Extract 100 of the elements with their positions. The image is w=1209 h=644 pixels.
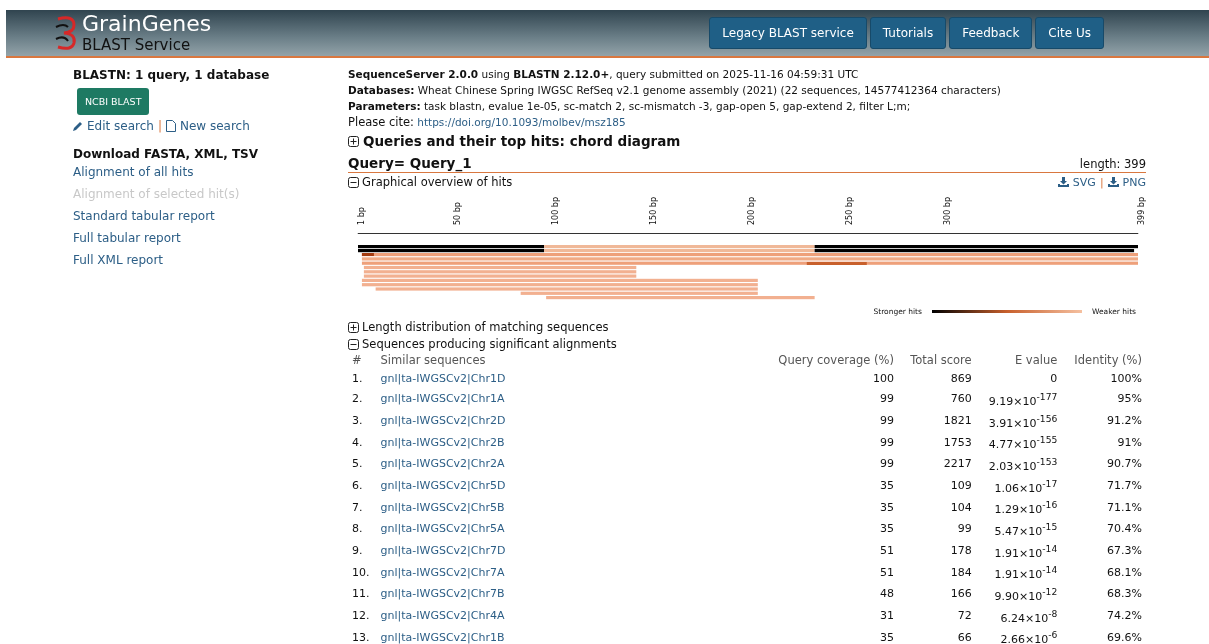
table-cell-text: 68.1% — [1106, 564, 1143, 581]
table-cell-text: 178 — [949, 542, 973, 559]
column-header: Identity (%) — [1073, 352, 1143, 369]
sequence-link[interactable]: gnl|ta-IWGSCv2|Chr5A — [380, 522, 505, 536]
section-title[interactable]: Length distribution of matching sequences — [362, 320, 609, 334]
table-cell-text: 35 — [878, 477, 895, 494]
axis-tick-label: 100 bp — [551, 197, 560, 225]
row-number: 3. — [351, 413, 364, 429]
png-download-link[interactable]: PNG — [1122, 175, 1146, 189]
collapse-icon[interactable] — [348, 176, 359, 188]
table-cell-text: 95% — [1116, 391, 1143, 408]
sequence-link[interactable]: gnl|ta-IWGSCv2|Chr2B — [380, 435, 505, 449]
axis-tick-label: 300 bp — [942, 197, 952, 225]
row-number: 2. — [351, 391, 364, 408]
pencil-icon — [73, 121, 83, 131]
axis-tick-label: 399 bp — [1137, 197, 1146, 225]
table-cell-text: 71.1% — [1106, 499, 1143, 516]
sequence-link[interactable]: gnl|ta-IWGSCv2|Chr1A — [380, 392, 505, 406]
axis-tick-label: 250 bp — [845, 197, 854, 225]
table-cell-text: 91% — [1116, 434, 1143, 451]
section-title[interactable]: Sequences producing significant alignments — [362, 337, 617, 351]
sequence-link[interactable]: gnl|ta-IWGSCv2|Chr7D — [380, 543, 506, 557]
sequence-link[interactable]: gnl|ta-IWGSCv2|Chr1D — [380, 372, 506, 385]
download-icon — [1057, 177, 1069, 187]
nav-button[interactable]: Legacy BLAST service — [709, 17, 867, 49]
table-cell-text: 100% — [1109, 371, 1143, 387]
sequence-link[interactable]: gnl|ta-IWGSCv2|Chr2A — [380, 457, 505, 471]
table-cell-text: 760 — [949, 391, 973, 408]
table-cell-text: 1.91×10$^{-14}$ — [993, 563, 1059, 583]
table-cell-text: 67.3% — [1106, 542, 1143, 559]
collapse-icon[interactable] — [348, 338, 359, 350]
nav-button[interactable]: Feedback — [949, 17, 1033, 49]
new-search-link[interactable]: New search — [179, 119, 250, 133]
table-cell-text: 1.91×10$^{-14}$ — [993, 541, 1059, 562]
table-cell-text: 869 — [949, 371, 973, 387]
row-number: 7. — [351, 499, 364, 516]
table-cell-text: 166 — [949, 586, 973, 603]
expand-icon[interactable] — [348, 135, 359, 147]
column-header: Total score — [909, 352, 973, 369]
row-number: 8. — [351, 521, 364, 538]
table-cell-text: 71.7% — [1106, 477, 1143, 494]
section-title[interactable]: Graphical overview of hits — [362, 175, 513, 189]
download-link[interactable]: Full tabular report — [73, 231, 348, 245]
table-cell-text: 72 — [956, 607, 973, 624]
row-number: 5. — [351, 456, 364, 473]
table-cell-text: 1.29×10$^{-16}$ — [993, 498, 1059, 518]
svg-download-link[interactable]: SVG — [1072, 175, 1096, 189]
download-link[interactable]: Standard tabular report — [73, 209, 348, 223]
table-cell-text: 2.03×10$^{-153}$ — [987, 454, 1059, 475]
table-cell-text: 6.24×10$^{-8}$ — [999, 606, 1059, 627]
citation-link[interactable]: https://doi.org/10.1093/molbev/msz185 — [417, 116, 626, 128]
row-number: 13. — [351, 629, 371, 644]
table-cell-text: 66 — [956, 629, 973, 644]
logo-title: GrainGenes — [82, 12, 212, 36]
logo-icon — [54, 15, 78, 51]
table-cell-text: 9.90×10$^{-12}$ — [993, 584, 1059, 605]
table-cell-text: 99 — [878, 413, 895, 429]
table-cell-text: 109 — [949, 477, 973, 494]
table-cell-text: 31 — [878, 607, 895, 624]
table-cell-text: 3.91×10$^{-156}$ — [987, 411, 1059, 432]
ncbi-blast-button[interactable]: NCBI BLAST — [77, 88, 150, 115]
row-number: 4. — [351, 434, 364, 451]
table-cell-text: 2217 — [942, 456, 973, 473]
sequence-link[interactable]: gnl|ta-IWGSCv2|Chr5B — [380, 500, 505, 514]
table-cell-text: 1753 — [942, 434, 973, 451]
table-cell-text: 68.3% — [1106, 586, 1143, 603]
column-header: Similar sequences — [379, 352, 487, 369]
column-header: Query coverage (%) — [777, 352, 895, 369]
section-title[interactable]: Queries and their top hits: chord diagram — [363, 133, 681, 149]
row-number: 10. — [351, 564, 371, 581]
nav-button[interactable]: Tutorials — [869, 17, 947, 49]
nav-button[interactable]: Cite Us — [1035, 17, 1104, 49]
table-cell-text: 0 — [1049, 371, 1059, 387]
table-cell-text: 100 — [871, 371, 895, 387]
query-title: Query= Query_1 — [348, 155, 472, 171]
sequence-link[interactable]: gnl|ta-IWGSCv2|Chr1B — [380, 630, 505, 644]
table-cell-text: 9.19×10$^{-177}$ — [987, 390, 1059, 410]
download-link[interactable]: Alignment of all hits — [73, 165, 348, 179]
query-length: length: 399 — [1079, 157, 1146, 171]
row-number: 11. — [351, 586, 371, 603]
edit-search-link[interactable]: Edit search — [87, 119, 154, 133]
expand-icon[interactable] — [348, 321, 359, 333]
download-icon — [1107, 177, 1119, 187]
sequence-link[interactable]: gnl|ta-IWGSCv2|Chr2D — [380, 414, 506, 427]
table-cell-text: 51 — [878, 542, 895, 559]
axis-tick-label: 200 bp — [747, 197, 756, 225]
sequence-link[interactable]: gnl|ta-IWGSCv2|Chr4A — [380, 608, 505, 622]
cite-label: Please cite: — [348, 115, 414, 129]
table-cell-text: 99 — [878, 434, 895, 451]
link-separator: | — [1099, 175, 1104, 189]
table-cell-text: 70.4% — [1106, 521, 1143, 538]
sequence-link[interactable]: gnl|ta-IWGSCv2|Chr7B — [380, 587, 505, 601]
table-cell-text: 104 — [949, 499, 973, 516]
table-cell-text: 48 — [878, 586, 895, 603]
axis-tick-label: 150 bp — [649, 197, 658, 225]
sequence-link[interactable]: gnl|ta-IWGSCv2|Chr7A — [380, 565, 505, 579]
table-cell-text: 35 — [878, 629, 895, 644]
row-number: 9. — [351, 542, 364, 559]
download-link[interactable]: Full XML report — [73, 253, 348, 267]
sequence-link[interactable]: gnl|ta-IWGSCv2|Chr5D — [380, 478, 506, 492]
